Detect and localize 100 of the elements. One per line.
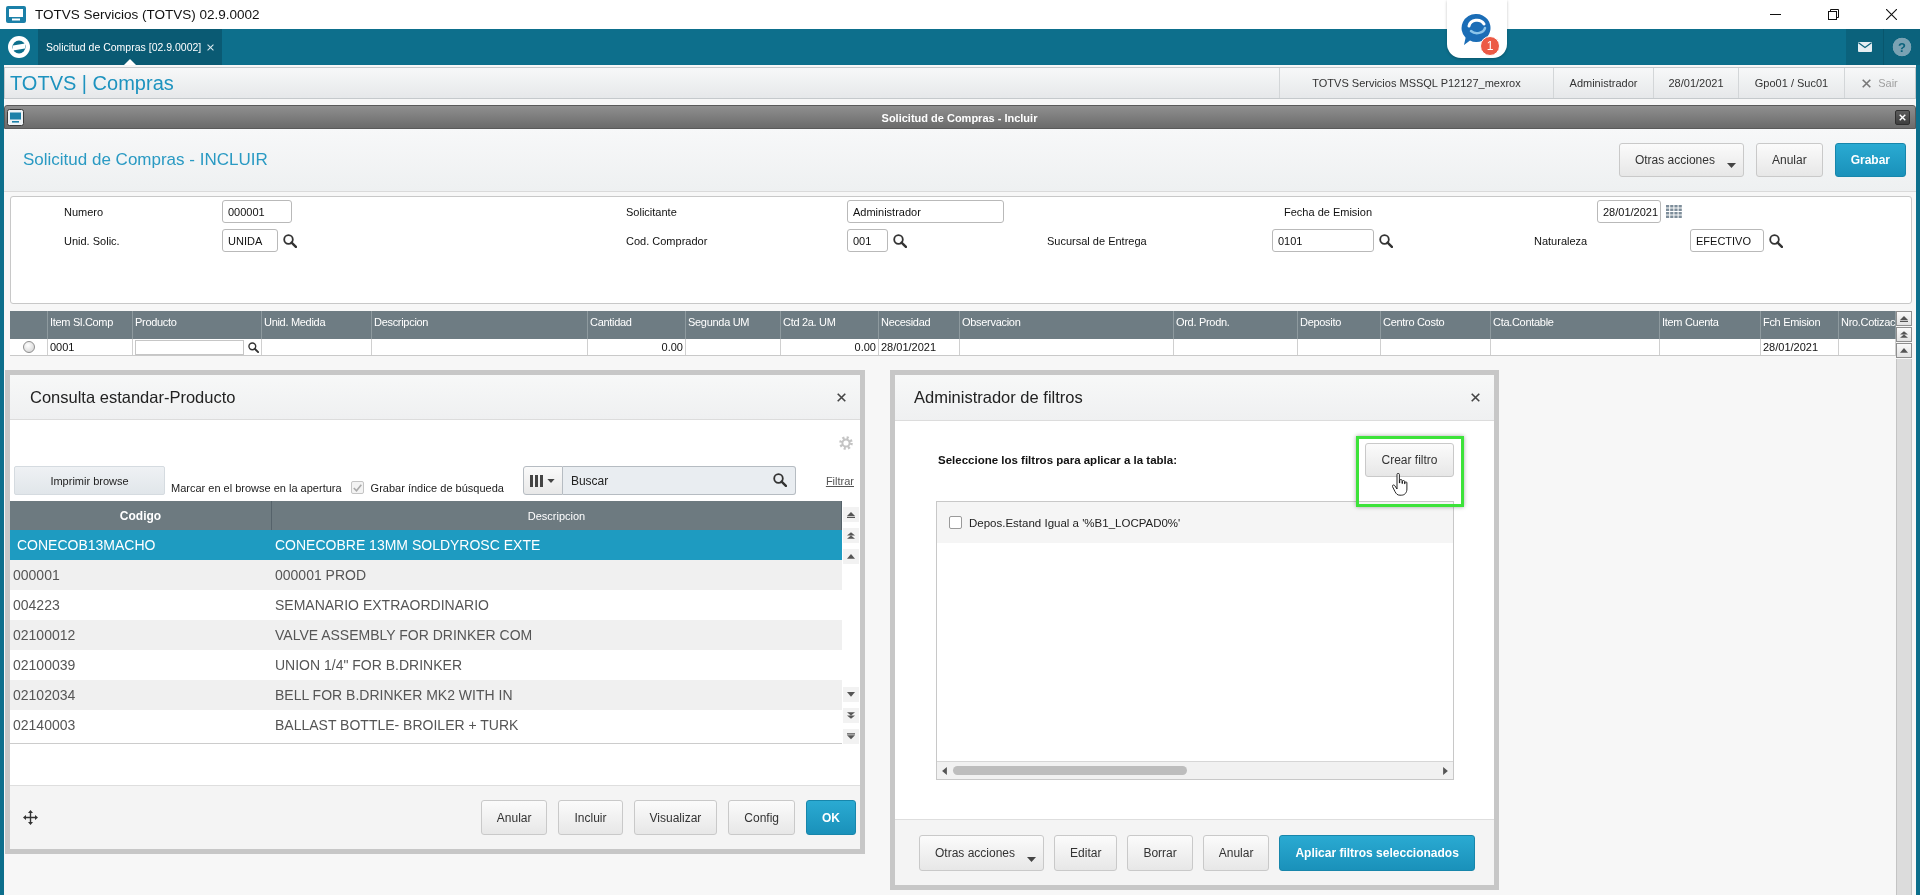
scroll-button[interactable] — [843, 507, 859, 522]
calendar-icon[interactable] — [1666, 205, 1682, 218]
action-button[interactable]: Incluir — [558, 800, 623, 835]
restore-icon[interactable] — [1827, 9, 1839, 20]
action-button[interactable]: Anular — [1202, 834, 1270, 871]
column-header[interactable]: Descripcion — [527, 509, 586, 522]
session-info: Administrador — [1569, 77, 1638, 89]
column-header[interactable]: Segunda UM — [688, 316, 750, 328]
column-header[interactable]: Producto — [135, 316, 177, 328]
column-header[interactable]: Unid. Medida — [264, 316, 326, 328]
arrow-up-icon[interactable] — [1900, 347, 1908, 354]
search-field[interactable]: Buscar — [562, 466, 796, 495]
table-row[interactable]: 004223 SEMANARIO EXTRAORDINARIO — [10, 590, 842, 620]
scroll-button[interactable] — [843, 687, 859, 702]
table-cell-text: 02102034 — [12, 687, 77, 703]
notification-button[interactable]: 1 — [1447, 0, 1507, 58]
scroll-top-icon[interactable] — [847, 511, 855, 518]
column-header[interactable]: Codigo — [119, 508, 162, 523]
search-icon[interactable] — [772, 473, 787, 487]
action-button[interactable]: Visualizar — [633, 800, 718, 835]
input-field[interactable]: 28/01/2021 — [1597, 200, 1661, 223]
move-icon[interactable] — [23, 810, 38, 825]
page-up-icon[interactable] — [847, 532, 855, 539]
checkbox[interactable] — [949, 516, 962, 529]
input-field[interactable] — [135, 339, 244, 355]
input-field[interactable]: 001 — [847, 229, 888, 252]
table-row[interactable]: 02140003 BALLAST BOTTLE- BROILER + TURK — [10, 710, 842, 740]
column-header[interactable]: Fch Emision — [1763, 316, 1821, 328]
action-button[interactable]: Editar — [1054, 834, 1118, 871]
scroll-button[interactable] — [843, 708, 859, 723]
column-header[interactable]: Cantidad — [590, 316, 632, 328]
table-cell-text: VALVE ASSEMBLY FOR DRINKER COM — [274, 627, 534, 643]
action-button[interactable]: Anular — [480, 800, 548, 835]
table-row[interactable]: 02100039 UNION 1/4" FOR B.DRINKER — [10, 650, 842, 680]
action-button[interactable]: Config — [728, 800, 795, 835]
column-header[interactable]: Ord. Prodn. — [1176, 316, 1230, 328]
scroll-button[interactable] — [1896, 327, 1912, 342]
logo-icon[interactable] — [8, 36, 30, 58]
table-cell-text: 004223 — [12, 597, 61, 613]
input-field[interactable]: EFECTIVO — [1690, 229, 1764, 252]
table-row[interactable]: 02100012 VALVE ASSEMBLY FOR DRINKER COM — [10, 620, 842, 650]
menu-button[interactable]: Otras acciones — [1618, 143, 1744, 177]
search-icon[interactable] — [283, 233, 297, 248]
app-title: TOTVS | Compras — [10, 71, 174, 95]
create-filter-button[interactable]: Crear filtro — [1365, 443, 1454, 477]
app-tab[interactable]: Solicitud de Compras [02.9.0002] — [38, 29, 223, 65]
close-icon[interactable] — [1471, 393, 1480, 402]
column-menu-button[interactable] — [522, 466, 563, 495]
menu-button[interactable]: Otras acciones — [919, 834, 1045, 871]
caret-icon — [1027, 856, 1037, 862]
action-button[interactable]: Anular — [1755, 143, 1823, 177]
search-icon[interactable] — [248, 341, 259, 353]
column-header[interactable]: Nro.Cotizac — [1841, 316, 1896, 328]
scroll-top-icon[interactable] — [1900, 315, 1908, 322]
column-header[interactable]: Deposito — [1300, 316, 1341, 328]
mail-button[interactable] — [1846, 29, 1883, 65]
arrow-up-icon[interactable] — [847, 553, 855, 560]
column-header[interactable]: Observacion — [962, 316, 1021, 328]
column-header[interactable]: Item Sl.Comp — [50, 316, 114, 328]
minimize-icon[interactable] — [1769, 14, 1781, 15]
column-header[interactable]: Cta.Contable — [1493, 316, 1554, 328]
filter-link[interactable]: Filtrar — [825, 474, 854, 487]
scroll-button[interactable] — [843, 528, 859, 543]
column-header[interactable]: Centro Costo — [1383, 316, 1445, 328]
search-icon[interactable] — [1769, 233, 1783, 248]
page-down-icon[interactable] — [847, 712, 855, 719]
scroll-bottom-icon[interactable] — [847, 733, 855, 740]
scroll-button[interactable] — [843, 729, 859, 744]
scroll-button[interactable] — [843, 549, 859, 564]
column-header[interactable]: Item Cuenta — [1662, 316, 1719, 328]
row-radio[interactable] — [22, 341, 35, 353]
table-row[interactable]: 02102034 BELL FOR B.DRINKER MK2 WITH IN — [10, 680, 842, 710]
table-row[interactable]: 000001 000001 PROD — [10, 560, 842, 590]
search-icon[interactable] — [893, 233, 907, 248]
column-header[interactable]: Descripcion — [374, 316, 429, 328]
column-header[interactable]: Ctd 2a. UM — [783, 316, 836, 328]
action-button[interactable]: Borrar — [1127, 834, 1193, 871]
field-label: Numero — [64, 205, 104, 218]
close-icon[interactable] — [1885, 9, 1897, 20]
field-label: Fecha de Emision — [1284, 205, 1373, 218]
table-cell-text: SEMANARIO EXTRAORDINARIO — [274, 597, 490, 613]
input-field[interactable]: Administrador — [847, 200, 1004, 223]
scroll-button[interactable] — [1896, 343, 1912, 358]
input-field[interactable]: UNIDA — [222, 229, 278, 252]
dialog-title: Consulta estandar-Producto — [30, 387, 236, 407]
print-button[interactable]: Imprimir browse — [14, 466, 165, 495]
arrow-left-icon[interactable] — [942, 766, 947, 775]
scrollbar-thumb[interactable] — [953, 766, 1187, 775]
input-field[interactable]: 0101 — [1272, 229, 1374, 252]
column-header[interactable]: Necesidad — [881, 316, 931, 328]
table-cell-text: BALLAST BOTTLE- BROILER + TURK — [274, 717, 520, 733]
page-up-icon[interactable] — [1900, 331, 1908, 338]
close-button[interactable] — [1895, 109, 1910, 125]
scroll-button[interactable] — [1896, 311, 1912, 326]
table-cell-text: 02100039 — [12, 657, 77, 673]
close-icon[interactable] — [837, 392, 846, 402]
arrow-down-icon[interactable] — [847, 691, 855, 698]
search-icon[interactable] — [1379, 233, 1393, 248]
arrow-right-icon[interactable] — [1443, 766, 1448, 775]
input-field[interactable]: 000001 — [222, 200, 292, 223]
